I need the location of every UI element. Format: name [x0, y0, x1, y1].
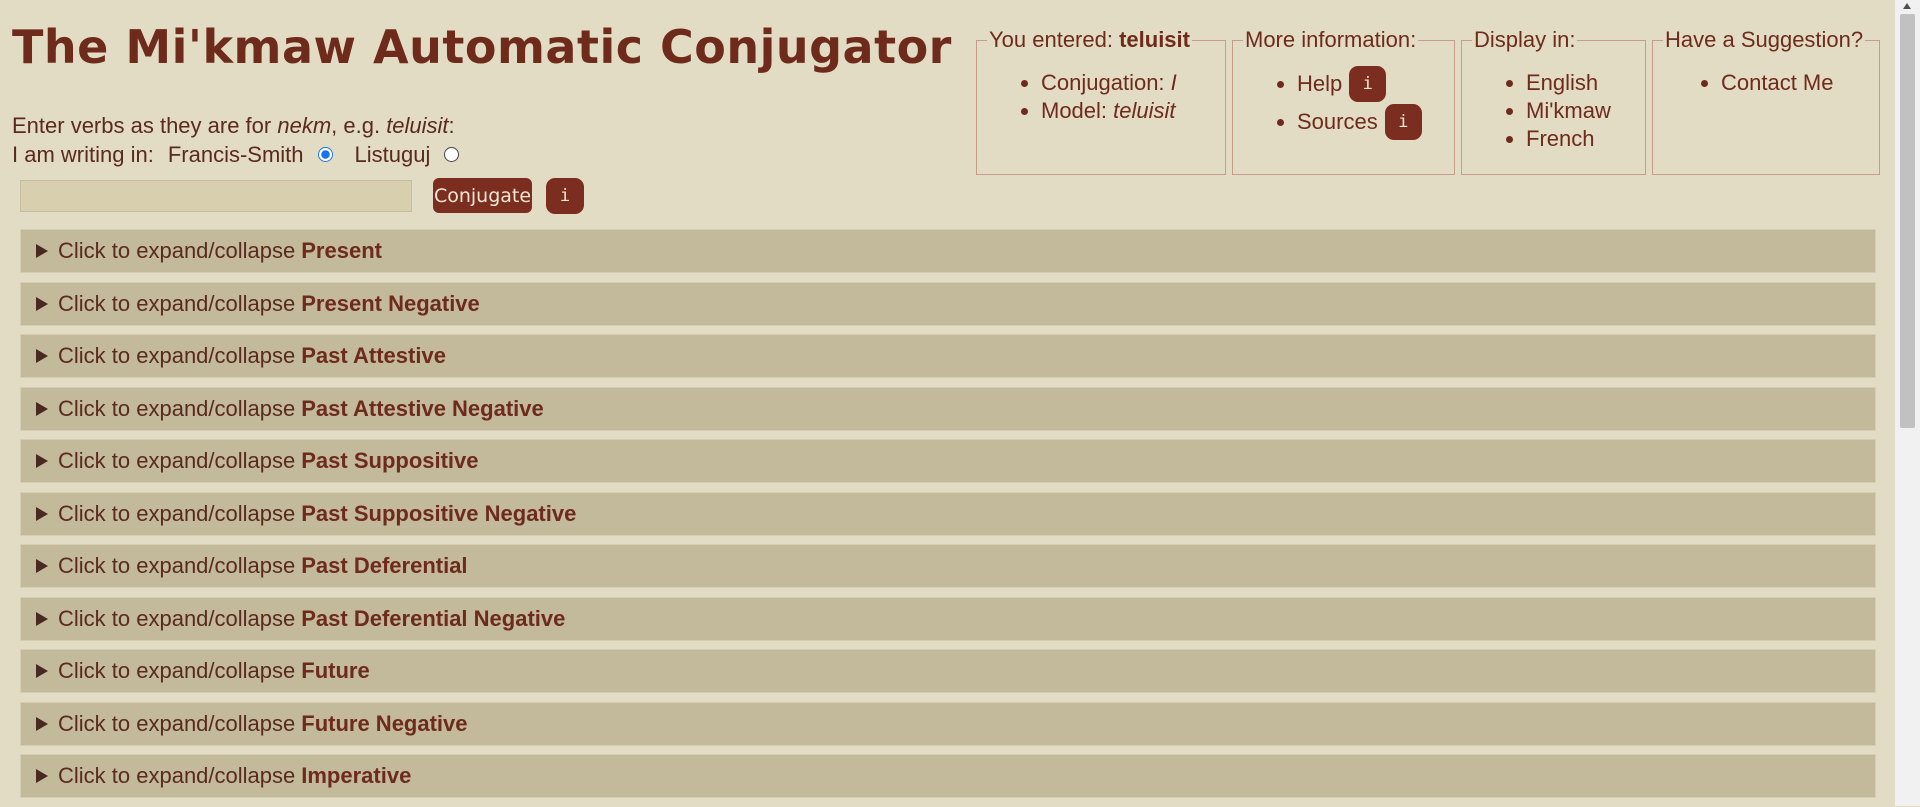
expand-triangle-icon [36, 454, 48, 468]
help-info-button[interactable]: i [1349, 66, 1387, 102]
section-prefix: Click to expand/collapse [58, 763, 296, 788]
francis-smith-label: Francis-Smith [167, 142, 304, 167]
help-link[interactable]: Help [1297, 65, 1342, 103]
section-prefix: Click to expand/collapse [58, 553, 296, 578]
expand-triangle-icon [36, 559, 48, 573]
expand-triangle-icon [36, 349, 48, 363]
conjugate-info-button[interactable]: i [546, 178, 584, 214]
entered-list: Conjugation: I Model: teluisit [987, 69, 1215, 125]
instructions-nekm: nekm [277, 113, 332, 138]
display-in-list: English Mi'kmaw French [1472, 69, 1635, 153]
entered-panel: You entered: teluisit Conjugation: I Mod… [976, 27, 1226, 175]
verb-input[interactable] [20, 180, 412, 212]
section-present-negative[interactable]: Click to expand/collapse Present Negative [20, 281, 1876, 326]
section-label: Past Deferential [301, 553, 468, 578]
conjugation-value: I [1170, 70, 1177, 95]
sources-info-button[interactable]: i [1384, 104, 1422, 140]
section-past-attestive-negative[interactable]: Click to expand/collapse Past Attestive N… [20, 386, 1876, 431]
section-future[interactable]: Click to expand/collapse Future [20, 649, 1876, 693]
instructions-line: Enter verbs as they are for nekm, e.g. t… [12, 111, 473, 140]
section-past-suppositive[interactable]: Click to expand/collapse Past Suppositive [20, 439, 1876, 483]
conjugation-sections: Click to expand/collapse Present Click to… [20, 229, 1876, 807]
listuguj-radio[interactable] [444, 147, 460, 162]
suggestion-legend: Have a Suggestion? [1665, 27, 1864, 52]
instructions: Enter verbs as they are for nekm, e.g. t… [12, 111, 473, 169]
section-prefix: Click to expand/collapse [58, 605, 296, 631]
instructions-prefix: Enter verbs as they are for [12, 113, 278, 138]
section-label: Past Suppositive [301, 448, 479, 473]
expand-triangle-icon [36, 611, 48, 626]
expand-triangle-icon [36, 506, 48, 521]
entered-legend-prefix: You entered: [989, 27, 1120, 52]
section-label: Present Negative [301, 290, 480, 316]
conjugation-item: Conjugation: I [1041, 69, 1215, 97]
suggestion-panel: Have a Suggestion? Contact Me [1652, 27, 1880, 175]
sources-link[interactable]: Sources [1297, 103, 1378, 141]
expand-triangle-icon [36, 664, 48, 678]
section-prefix: Click to expand/collapse [58, 395, 296, 421]
section-label: Past Attestive Negative [301, 395, 544, 421]
help-item: Helpi [1297, 65, 1444, 103]
section-prefix: Click to expand/collapse [58, 448, 296, 473]
more-info-panel: More information: Helpi Sourcesi [1232, 27, 1455, 175]
expand-triangle-icon [36, 401, 48, 416]
section-past-attestive[interactable]: Click to expand/collapse Past Attestive [20, 334, 1876, 378]
expand-triangle-icon [36, 769, 48, 783]
contact-link[interactable]: Contact Me [1721, 69, 1869, 97]
vertical-scrollbar[interactable] [1895, 0, 1920, 806]
more-info-legend: More information: [1245, 27, 1417, 52]
display-in-legend: Display in: [1474, 27, 1576, 52]
expand-triangle-icon [36, 244, 48, 258]
page-title: The Mi'kmaw Automatic Conjugator [12, 20, 952, 74]
display-mikmaw[interactable]: Mi'kmaw [1526, 97, 1635, 125]
display-french[interactable]: French [1526, 125, 1635, 153]
francis-smith-radio[interactable] [317, 147, 333, 162]
entered-verb: teluisit [1119, 27, 1190, 52]
suggestion-list: Contact Me [1663, 69, 1869, 97]
section-prefix: Click to expand/collapse [58, 238, 296, 263]
section-past-deferential-negative[interactable]: Click to expand/collapse Past Deferential… [20, 596, 1876, 641]
display-english[interactable]: English [1526, 69, 1635, 97]
entered-legend: You entered: teluisit [987, 27, 1192, 53]
writing-label: I am writing in: [12, 142, 154, 167]
page: The Mi'kmaw Automatic Conjugator Enter v… [0, 0, 1895, 806]
section-label: Past Suppositive Negative [301, 500, 577, 526]
section-prefix: Click to expand/collapse [58, 290, 296, 316]
instructions-example: teluisit [386, 113, 449, 138]
scroll-up-arrow-icon[interactable] [1903, 3, 1911, 9]
section-prefix: Click to expand/collapse [58, 710, 296, 736]
model-label: Model: [1041, 98, 1114, 123]
model-item: Model: teluisit [1041, 97, 1215, 125]
section-future-negative[interactable]: Click to expand/collapse Future Negative [20, 701, 1876, 746]
section-present[interactable]: Click to expand/collapse Present [20, 229, 1876, 273]
expand-triangle-icon [36, 296, 48, 311]
section-past-suppositive-negative[interactable]: Click to expand/collapse Past Suppositive… [20, 491, 1876, 536]
instructions-suffix: : [448, 113, 455, 138]
sources-item: Sourcesi [1297, 103, 1444, 141]
conjugation-label: Conjugation: [1041, 70, 1171, 95]
section-label: Imperative [301, 763, 412, 788]
display-in-panel: Display in: English Mi'kmaw French [1461, 27, 1646, 175]
orthography-selector: I am writing in: Francis-Smith Listuguj [12, 140, 473, 169]
expand-triangle-icon [36, 716, 48, 731]
section-past-deferential[interactable]: Click to expand/collapse Past Deferential [20, 544, 1876, 588]
section-label: Future [301, 658, 370, 683]
scrollbar-thumb[interactable] [1900, 14, 1915, 428]
section-label: Present [301, 238, 382, 263]
listuguj-label: Listuguj [354, 142, 431, 167]
section-prefix: Click to expand/collapse [58, 658, 296, 683]
more-info-list: Helpi Sourcesi [1243, 65, 1444, 141]
section-prefix: Click to expand/collapse [58, 500, 296, 526]
section-prefix: Click to expand/collapse [58, 343, 296, 368]
section-imperative[interactable]: Click to expand/collapse Imperative [20, 754, 1876, 798]
section-label: Past Attestive [301, 343, 446, 368]
instructions-mid: , e.g. [331, 113, 387, 138]
model-value: teluisit [1113, 98, 1176, 123]
section-label: Past Deferential Negative [301, 605, 566, 631]
conjugate-button[interactable]: Conjugate [433, 178, 532, 213]
section-label: Future Negative [301, 710, 468, 736]
